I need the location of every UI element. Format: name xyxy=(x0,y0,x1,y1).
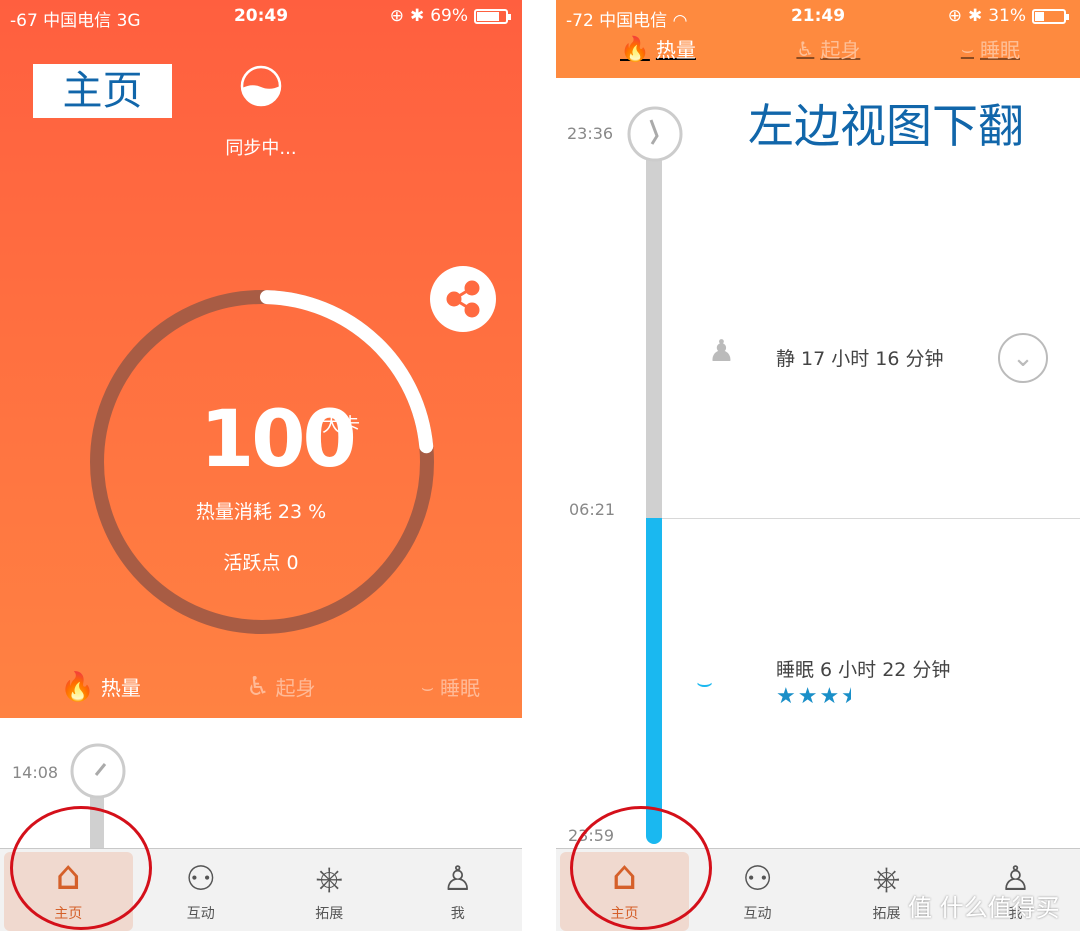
sleep-rating-stars: ★★★★ xyxy=(776,684,851,709)
flame-icon: 🔥 xyxy=(620,34,650,63)
status-bar: -72 中国电信 ◠ 21:49 ⊕ ✱ 31% xyxy=(556,6,1080,31)
rotation-lock-icon: ⊕ xyxy=(947,6,962,26)
person-icon: ♙ xyxy=(442,859,473,899)
tab-label: 互动 xyxy=(186,906,215,922)
timeline-still-bar xyxy=(646,150,662,520)
tab-label: 拓展 xyxy=(872,906,901,922)
still-duration: 静 17 小时 16 分钟 xyxy=(776,348,944,370)
metric-tabs: 🔥 热量 ♿ 起身 ⌣ 睡眠 xyxy=(60,670,480,703)
double-chevron-down-icon: ⌄ xyxy=(1012,343,1034,373)
timeline-time: 23:36 xyxy=(567,124,614,143)
sleep-eye-icon: ⌣ xyxy=(420,674,434,699)
annotation-circle xyxy=(10,806,152,930)
bluetooth-icon: ✱ xyxy=(967,6,983,26)
tab-extend[interactable]: ⎈ 拓展 xyxy=(265,849,394,931)
annotation-label: 左边视图下翻 xyxy=(748,99,1024,153)
flame-icon: 🔥 xyxy=(60,670,95,703)
battery-text: 31% xyxy=(988,6,1026,26)
calorie-unit: 大卡 xyxy=(322,414,361,436)
annotation-circle xyxy=(570,806,712,930)
timeline-sleep-bar xyxy=(646,518,662,844)
right-screen: -72 中国电信 ◠ 21:49 ⊕ ✱ 31% 🔥 热量 ♿ 起身 ⌣ 睡眠 左边视图下… xyxy=(556,0,1080,931)
tab-interact[interactable]: ⚇ 互动 xyxy=(137,849,266,931)
sleep-eye-icon: ⌣ xyxy=(696,668,714,698)
battery-text: 69% xyxy=(430,6,468,26)
left-screen: -67 中国电信 3G 20:49 ⊕ ✱ 69% 主页 同步中... 100 大卡… xyxy=(0,0,522,931)
sync-icon[interactable] xyxy=(240,65,282,107)
tab-sleep[interactable]: ⌣ 睡眠 xyxy=(421,672,480,701)
sleep-eye-icon: ⌣ xyxy=(960,36,974,61)
tab-label: 睡眠 xyxy=(980,38,1020,62)
tab-label: 起身 xyxy=(820,38,861,62)
tab-situp[interactable]: ♿ 起身 xyxy=(246,672,315,702)
tab-situp[interactable]: ♿ 起身 xyxy=(796,34,860,63)
tab-calories[interactable]: 🔥 热量 xyxy=(60,670,141,703)
sit-up-icon: ♿ xyxy=(796,36,815,61)
tab-calories[interactable]: 🔥 热量 xyxy=(620,34,696,63)
clock-icon xyxy=(627,106,683,162)
timeline-time: 06:21 xyxy=(569,500,616,519)
tab-interact[interactable]: ⚇ 互动 xyxy=(693,849,822,931)
timeline-time: 14:08 xyxy=(12,763,59,782)
calorie-value: 100 xyxy=(200,395,357,485)
sit-up-icon: ♿ xyxy=(246,671,270,702)
sync-status: 同步中... xyxy=(225,138,297,159)
battery-icon xyxy=(1032,8,1069,24)
wheel-icon: ⎈ xyxy=(315,859,343,899)
share-button[interactable] xyxy=(430,266,496,332)
share-icon xyxy=(446,280,480,318)
tab-label: 热量 xyxy=(100,676,141,700)
tab-label: 拓展 xyxy=(315,906,344,922)
tab-label: 睡眠 xyxy=(439,676,480,700)
divider xyxy=(662,518,1080,519)
sleep-duration: 睡眠 6 小时 22 分钟 xyxy=(776,659,951,681)
expand-button[interactable]: ⌄ xyxy=(998,333,1048,383)
watermark: 值 什么值得买 xyxy=(908,894,1060,922)
standing-person-icon: ♟ xyxy=(708,334,735,369)
people-icon: ⚇ xyxy=(185,859,216,899)
metric-tabs: 🔥 热量 ♿ 起身 ⌣ 睡眠 xyxy=(620,34,1020,63)
tab-label: 起身 xyxy=(275,676,316,700)
calorie-percent: 热量消耗 23 % xyxy=(195,501,327,523)
battery-icon xyxy=(474,8,511,24)
active-points: 活跃点 0 xyxy=(223,552,299,574)
rotation-lock-icon: ⊕ xyxy=(389,6,404,26)
people-icon: ⚇ xyxy=(742,859,773,899)
status-bar: -67 中国电信 3G 20:49 ⊕ ✱ 69% xyxy=(0,6,522,31)
tab-label: 互动 xyxy=(743,906,772,922)
bluetooth-icon: ✱ xyxy=(409,6,425,26)
tab-label: 我 xyxy=(450,906,465,922)
tab-label: 热量 xyxy=(655,38,696,62)
tab-sleep[interactable]: ⌣ 睡眠 xyxy=(961,34,1020,63)
wheel-icon: ⎈ xyxy=(872,859,901,899)
tab-me[interactable]: ♙ 我 xyxy=(394,849,523,931)
clock-icon xyxy=(70,743,126,799)
annotation-label: 主页 xyxy=(33,64,172,118)
